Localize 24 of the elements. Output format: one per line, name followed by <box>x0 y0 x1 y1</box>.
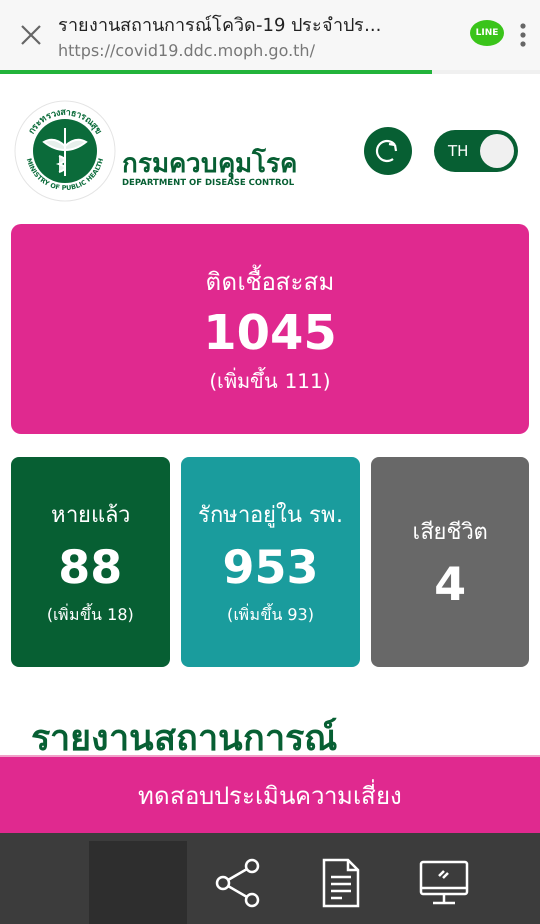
refresh-button[interactable] <box>364 127 412 175</box>
stat-label: หายแล้ว <box>50 502 130 530</box>
stat-label: เสียชีวิต <box>412 518 488 546</box>
page-url: https://covid19.ddc.moph.go.th/ <box>58 41 316 60</box>
stat-label: รักษาอยู่ใน รพ. <box>198 501 343 530</box>
more-menu-icon[interactable] <box>520 23 526 47</box>
stat-value: 88 <box>58 540 122 594</box>
stat-value: 4 <box>434 556 466 610</box>
document-icon <box>322 858 360 908</box>
organization-name: กรมควบคุมโรค <box>122 150 297 178</box>
close-icon[interactable] <box>20 24 42 46</box>
language-toggle[interactable]: TH <box>434 130 518 172</box>
stat-change: (เพิ่มขึ้น 93) <box>227 602 314 626</box>
share-icon <box>215 858 262 908</box>
page-title: รายงานสถานการณ์โควิด-19 ประจำปร... <box>58 14 382 38</box>
summary-value: 1045 <box>203 304 337 360</box>
stat-value: 953 <box>222 540 318 594</box>
summary-change: (เพิ่มขึ้น 111) <box>209 366 331 394</box>
summary-label: ติดเชื้อสะสม <box>206 262 334 300</box>
line-share-button[interactable]: LINE <box>470 20 504 46</box>
monitor-icon <box>418 860 469 906</box>
stat-change: (เพิ่มขึ้น 18) <box>46 602 134 626</box>
risk-assessment-button[interactable]: ทดสอบประเมินความเสี่ยง <box>0 755 540 833</box>
organization-name-english: DEPARTMENT OF DISEASE CONTROL <box>122 178 294 188</box>
